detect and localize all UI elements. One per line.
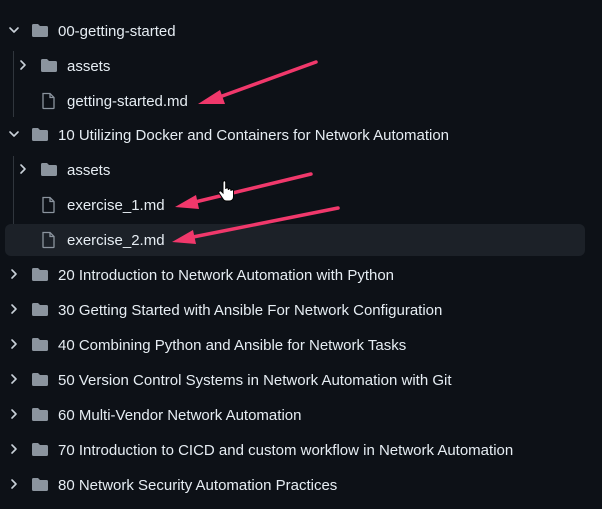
tree-item-label: 10 Utilizing Docker and Containers for N… [58,127,450,144]
folder-icon [32,408,48,421]
tree-item-80-security[interactable]: 80 Network Security Automation Practices [0,468,602,503]
tree-item-assets[interactable]: assets [0,153,602,188]
tree-item-label: 00-getting-started [58,23,176,40]
chevron-right-icon[interactable] [8,338,20,350]
chevron-right-icon[interactable] [8,443,20,455]
folder-icon [32,24,48,37]
folder-icon [32,268,48,281]
tree-item-40-python-ansible[interactable]: 40 Combining Python and Ansible for Netw… [0,328,602,363]
chevron-down-icon[interactable] [8,128,20,140]
hand-cursor-icon [218,180,234,202]
chevron-down-icon[interactable] [8,24,20,36]
tree-item-label: 70 Introduction to CICD and custom workf… [58,442,514,459]
folder-icon [32,443,48,456]
folder-icon [41,163,57,176]
folder-icon [32,128,48,141]
tree-item-label: exercise_2.md [67,232,165,249]
file-icon [42,196,55,214]
tree-item-label: 30 Getting Started with Ansible For Netw… [58,302,443,319]
tree-item-exercise-2-md[interactable]: exercise_2.md [0,223,602,258]
tree-item-label: 80 Network Security Automation Practices [58,477,338,494]
chevron-right-icon[interactable] [8,303,20,315]
tree-item-exercise-1-md[interactable]: exercise_1.md [0,188,602,223]
chevron-right-icon[interactable] [8,478,20,490]
tree-item-getting-started-md[interactable]: getting-started.md [0,84,602,119]
chevron-right-icon[interactable] [8,268,20,280]
folder-icon [32,303,48,316]
tree-item-label: 40 Combining Python and Ansible for Netw… [58,337,407,354]
tree-item-20-python[interactable]: 20 Introduction to Network Automation wi… [0,258,602,293]
file-tree: 00-getting-started assets getting-starte… [0,0,602,509]
tree-item-label: 20 Introduction to Network Automation wi… [58,267,395,284]
tree-item-label: 60 Multi-Vendor Network Automation [58,407,302,424]
chevron-right-icon[interactable] [17,59,29,71]
tree-item-30-ansible[interactable]: 30 Getting Started with Ansible For Netw… [0,293,602,328]
tree-item-00-getting-started[interactable]: 00-getting-started [0,14,602,49]
file-icon [42,92,55,110]
tree-item-50-git[interactable]: 50 Version Control Systems in Network Au… [0,363,602,398]
folder-icon [32,478,48,491]
folder-icon [41,59,57,72]
tree-item-label: assets [67,58,111,75]
tree-item-assets[interactable]: assets [0,49,602,84]
tree-item-60-multi-vendor[interactable]: 60 Multi-Vendor Network Automation [0,398,602,433]
folder-icon [32,373,48,386]
chevron-right-icon[interactable] [8,408,20,420]
folder-icon [32,338,48,351]
tree-item-70-cicd[interactable]: 70 Introduction to CICD and custom workf… [0,433,602,468]
file-icon [42,231,55,249]
tree-item-label: 50 Version Control Systems in Network Au… [58,372,452,389]
tree-item-10-docker[interactable]: 10 Utilizing Docker and Containers for N… [0,118,602,153]
chevron-right-icon[interactable] [8,373,20,385]
chevron-right-icon[interactable] [17,163,29,175]
tree-item-label: assets [67,162,111,179]
tree-item-label: getting-started.md [67,93,188,110]
tree-item-label: exercise_1.md [67,197,165,214]
